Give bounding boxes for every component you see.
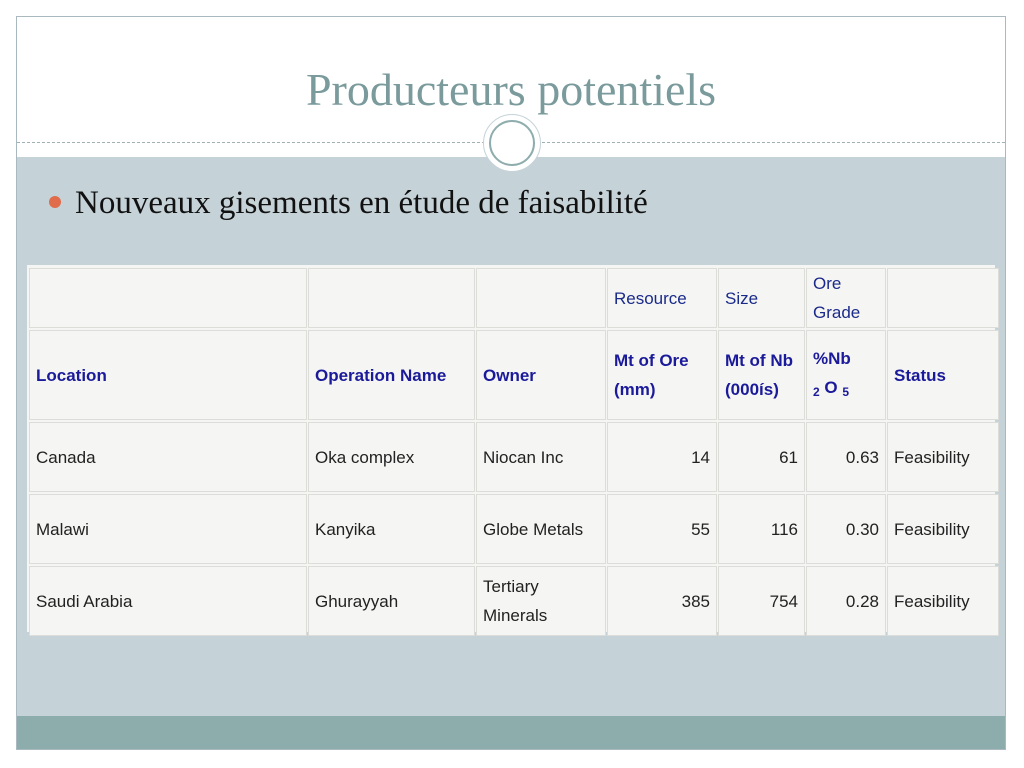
size-cell: 754 bbox=[719, 567, 804, 635]
location-cell: Saudi Arabia bbox=[30, 567, 306, 635]
resource-cell: 14 bbox=[608, 423, 716, 491]
grade-cell: 0.28 bbox=[807, 567, 885, 635]
operation-cell: Kanyika bbox=[309, 495, 474, 563]
grade-header: %Nb 2 O 5 bbox=[807, 331, 885, 419]
grade-header-sub1: 2 bbox=[813, 384, 820, 399]
status-cell: Feasibility bbox=[888, 423, 998, 491]
status-header: Status bbox=[888, 331, 998, 419]
slide: Producteurs potentiels Nouveaux gisement… bbox=[16, 16, 1006, 750]
status-cell: Feasibility bbox=[888, 567, 998, 635]
location-header: Location bbox=[30, 331, 306, 419]
resource-header: Mt of Ore (mm) bbox=[608, 331, 716, 419]
resource-cell: 385 bbox=[608, 567, 716, 635]
ore-grade-super-header: Ore Grade bbox=[807, 269, 885, 327]
table-row: Canada Oka complex Niocan Inc 14 61 0.63… bbox=[30, 423, 998, 491]
producers-table: Resource Size Ore Grade Location Operati… bbox=[27, 265, 998, 635]
table-row: Malawi Kanyika Globe Metals 55 116 0.30 … bbox=[30, 495, 998, 563]
grade-header-sub2: 5 bbox=[842, 384, 850, 399]
table-cell bbox=[888, 269, 998, 327]
resource-super-header: Resource bbox=[608, 269, 716, 327]
bullet-dot-icon bbox=[49, 196, 61, 209]
status-cell: Feasibility bbox=[888, 495, 998, 563]
circle-ornament-inner bbox=[489, 120, 535, 166]
owner-header: Owner bbox=[477, 331, 605, 419]
grade-header-prefix: %Nb bbox=[813, 348, 851, 368]
size-cell: 61 bbox=[719, 423, 804, 491]
owner-cell: Tertiary Minerals bbox=[477, 567, 605, 635]
grade-header-o: O bbox=[824, 377, 838, 397]
slide-title: Producteurs potentiels bbox=[305, 64, 717, 115]
size-header: Mt of Nb (000ís) bbox=[719, 331, 804, 419]
size-super-header: Size bbox=[719, 269, 804, 327]
table-cell bbox=[309, 269, 474, 327]
location-cell: Malawi bbox=[30, 495, 306, 563]
bullet-text: Nouveaux gisements en étude de faisabili… bbox=[75, 185, 648, 221]
operation-cell: Oka complex bbox=[309, 423, 474, 491]
data-table: Resource Size Ore Grade Location Operati… bbox=[27, 265, 1001, 639]
owner-cell: Niocan Inc bbox=[477, 423, 605, 491]
table-super-header-row: Resource Size Ore Grade bbox=[30, 269, 998, 327]
size-cell: 116 bbox=[719, 495, 804, 563]
table-cell bbox=[30, 269, 306, 327]
resource-cell: 55 bbox=[608, 495, 716, 563]
footer-band bbox=[17, 716, 1005, 749]
table-cell bbox=[477, 269, 605, 327]
circle-ornament-icon bbox=[483, 114, 541, 172]
grade-cell: 0.63 bbox=[807, 423, 885, 491]
operation-cell: Ghurayyah bbox=[309, 567, 474, 635]
location-cell: Canada bbox=[30, 423, 306, 491]
owner-cell: Globe Metals bbox=[477, 495, 605, 563]
operation-name-header: Operation Name bbox=[309, 331, 474, 419]
table-header-row: Location Operation Name Owner Mt of Ore … bbox=[30, 331, 998, 419]
bullet-item: Nouveaux gisements en étude de faisabili… bbox=[49, 185, 648, 222]
table-row: Saudi Arabia Ghurayyah Tertiary Minerals… bbox=[30, 567, 998, 635]
grade-cell: 0.30 bbox=[807, 495, 885, 563]
